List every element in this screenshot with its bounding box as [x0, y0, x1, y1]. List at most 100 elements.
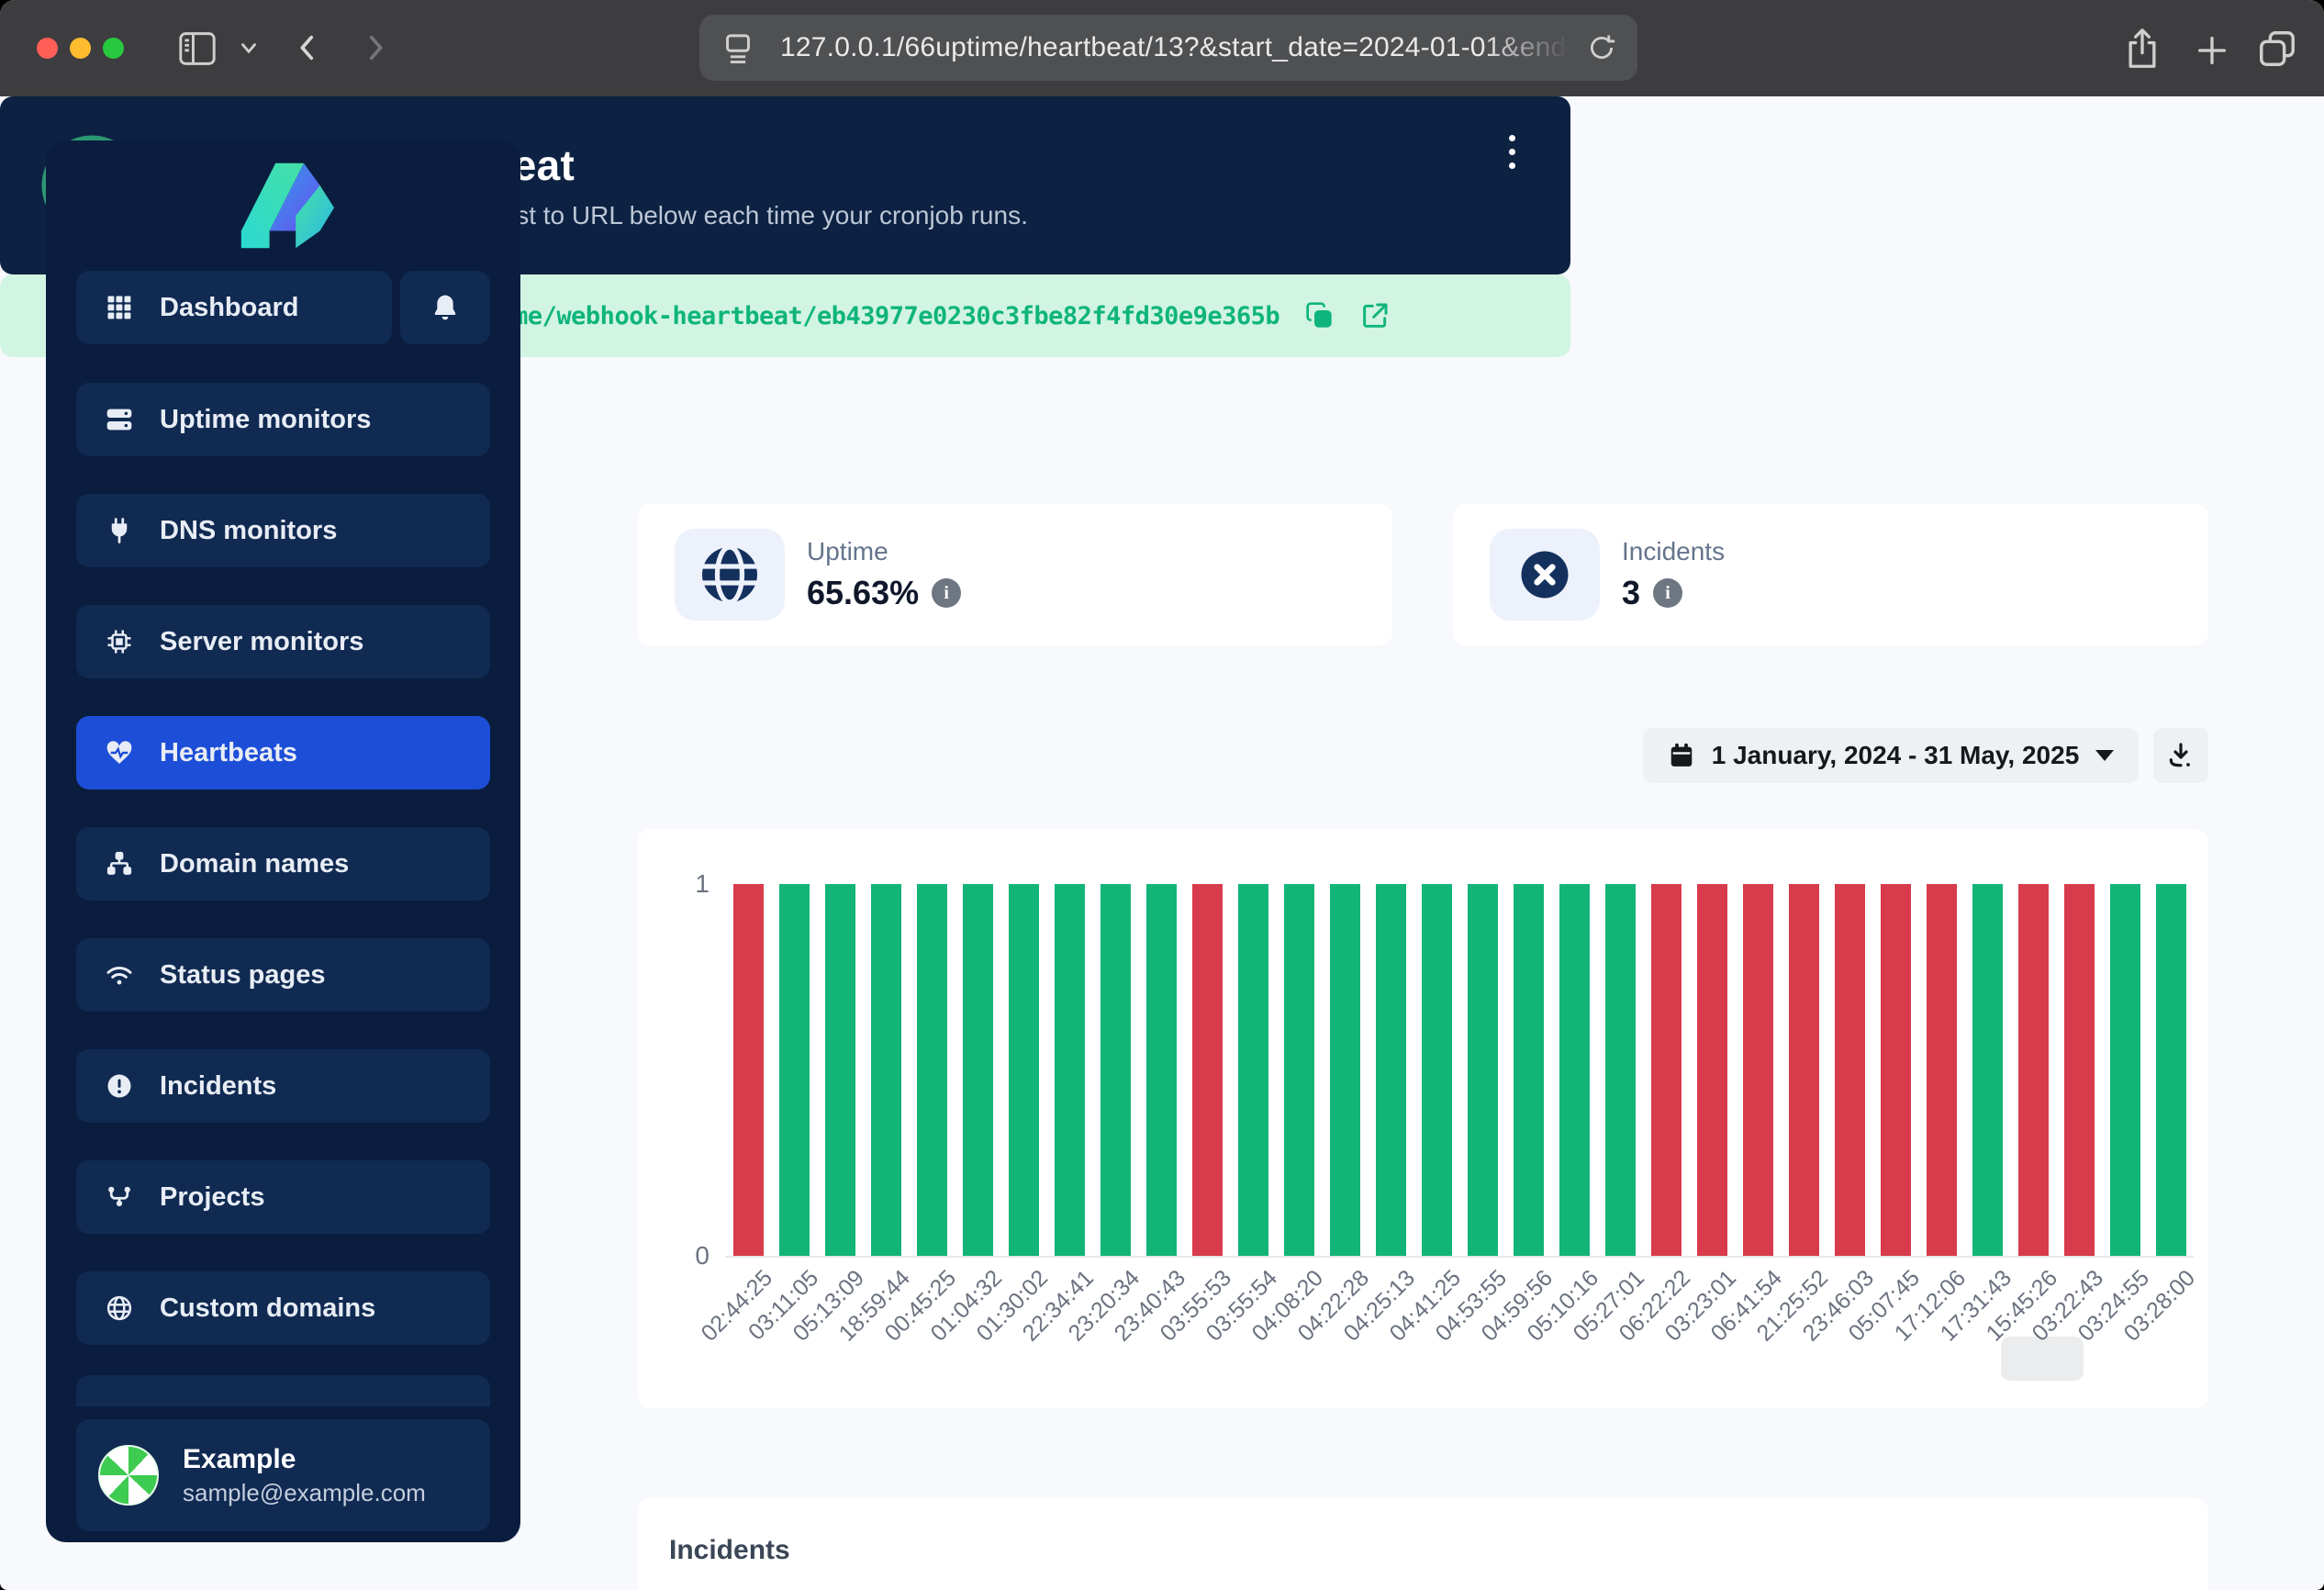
alert-circle-icon: [104, 1070, 135, 1102]
address-bar[interactable]: 127.0.0.1/66uptime/heartbeat/13?&start_d…: [699, 15, 1637, 81]
date-range-picker[interactable]: 1 January, 2024 - 31 May, 2025: [1643, 728, 2139, 783]
heartbeat-bar-up[interactable]: [917, 884, 947, 1256]
heartbeat-bar-up[interactable]: [1422, 884, 1452, 1256]
back-button[interactable]: [292, 28, 323, 68]
chevron-down-icon[interactable]: [237, 39, 261, 58]
heartbeat-bar-down[interactable]: [1192, 884, 1223, 1256]
heartbeat-bar-up[interactable]: [1330, 884, 1360, 1256]
y-axis-tick-0: 0: [654, 1241, 709, 1271]
sidebar-item-label: Domain names: [160, 849, 349, 879]
info-icon[interactable]: i: [932, 578, 961, 608]
bar-slot: 04:08:20: [1276, 884, 1322, 1256]
sidebar-item-partial[interactable]: [76, 1375, 490, 1406]
uptime-stat-card: Uptime 65.63% i: [638, 504, 1392, 645]
heartbeat-bar-up[interactable]: [1605, 884, 1636, 1256]
sidebar-item-domain-names[interactable]: Domain names: [76, 827, 490, 901]
y-axis-tick-1: 1: [654, 869, 709, 899]
reload-icon[interactable]: [1586, 32, 1617, 63]
heartbeat-bar-down[interactable]: [1835, 884, 1865, 1256]
sidebar-item-projects[interactable]: Projects: [76, 1160, 490, 1234]
heartbeat-bar-up[interactable]: [779, 884, 810, 1256]
stat-label: Uptime: [807, 537, 961, 566]
bar-slot: 17:12:06: [1918, 884, 1964, 1256]
sidebar-item-incidents[interactable]: Incidents: [76, 1049, 490, 1123]
heartbeat-bar-down[interactable]: [2018, 884, 2049, 1256]
bar-slot: 03:24:55: [2102, 884, 2148, 1256]
stat-value: 65.63%: [807, 574, 919, 612]
minimize-window-button[interactable]: [70, 38, 91, 59]
info-icon[interactable]: i: [1653, 578, 1682, 608]
user-name: Example: [183, 1444, 426, 1475]
forward-button[interactable]: [360, 28, 391, 68]
heartbeat-bar-up[interactable]: [1972, 884, 2003, 1256]
heartbeat-bar-up[interactable]: [1376, 884, 1406, 1256]
sidebar-item-label: Server monitors: [160, 627, 363, 657]
sidebar-item-dns-monitors[interactable]: DNS monitors: [76, 494, 490, 567]
heartbeat-bar-down[interactable]: [1743, 884, 1773, 1256]
bar-slot: 03:23:01: [1689, 884, 1735, 1256]
heartbeat-bar-up[interactable]: [1146, 884, 1177, 1256]
bar-slot: 06:41:54: [1735, 884, 1781, 1256]
bar-slot: 04:53:55: [1459, 884, 1505, 1256]
heartbeat-bar-down[interactable]: [733, 884, 764, 1256]
heartbeat-bar-up[interactable]: [2110, 884, 2140, 1256]
sidebar-item-status-pages[interactable]: Status pages: [76, 938, 490, 1012]
sidebar-item-heartbeats[interactable]: Heartbeats: [76, 716, 490, 789]
heartbeat-bar-up[interactable]: [871, 884, 901, 1256]
date-range-text: 1 January, 2024 - 31 May, 2025: [1712, 741, 2080, 770]
avatar: [98, 1445, 159, 1506]
external-link-icon[interactable]: [1360, 301, 1390, 330]
bar-slot: 22:34:41: [1046, 884, 1092, 1256]
bar-slot: 03:55:53: [1184, 884, 1230, 1256]
heartbeat-bar-down[interactable]: [1881, 884, 1911, 1256]
bar-slot: 04:22:28: [1322, 884, 1368, 1256]
sidebar-item-label: Uptime monitors: [160, 405, 371, 435]
sidebar-item-dashboard[interactable]: Dashboard: [76, 271, 392, 344]
close-window-button[interactable]: [37, 38, 58, 59]
heartbeat-bar-down[interactable]: [1651, 884, 1682, 1256]
download-button[interactable]: [2153, 728, 2208, 783]
stat-value: 3: [1622, 574, 1640, 612]
heartbeat-bar-down[interactable]: [1697, 884, 1727, 1256]
heartbeat-bar-down[interactable]: [1927, 884, 1957, 1256]
bar-slot: 23:40:43: [1138, 884, 1184, 1256]
sitemap-icon: [104, 848, 135, 879]
heartbeat-bar-up[interactable]: [1559, 884, 1590, 1256]
bar-slot: 23:46:03: [1827, 884, 1872, 1256]
heartbeat-bar-up[interactable]: [1284, 884, 1314, 1256]
bar-slot: 03:11:05: [771, 884, 817, 1256]
tabs-overview-icon[interactable]: [2256, 28, 2298, 70]
sidebar-toggle-icon[interactable]: [177, 30, 218, 67]
traffic-lights: [37, 38, 124, 59]
heartbeat-icon: [104, 737, 135, 768]
heartbeat-bar-up[interactable]: [1009, 884, 1039, 1256]
user-card[interactable]: Example sample@example.com: [76, 1419, 490, 1531]
bar-slot: 01:04:32: [955, 884, 1000, 1256]
heartbeat-bar-up[interactable]: [1514, 884, 1544, 1256]
heartbeat-bar-down[interactable]: [1789, 884, 1819, 1256]
nodes-icon: [104, 1181, 135, 1213]
bar-slot: 18:59:44: [863, 884, 909, 1256]
heartbeat-bar-down[interactable]: [2064, 884, 2095, 1256]
more-options-button[interactable]: [1493, 126, 1530, 177]
sidebar-bottom: Example sample@example.com: [76, 1375, 490, 1542]
heartbeat-bar-up[interactable]: [1101, 884, 1131, 1256]
zoom-window-button[interactable]: [103, 38, 124, 59]
notifications-button[interactable]: [400, 271, 490, 344]
sidebar-item-custom-domains[interactable]: Custom domains: [76, 1271, 490, 1345]
new-tab-icon[interactable]: [2194, 32, 2230, 69]
heartbeat-bar-up[interactable]: [1055, 884, 1085, 1256]
heartbeat-bar-up[interactable]: [2156, 884, 2186, 1256]
sidebar-item-server-monitors[interactable]: Server monitors: [76, 605, 490, 678]
heartbeat-bar-up[interactable]: [963, 884, 993, 1256]
globe-icon: [104, 1293, 135, 1324]
wifi-icon: [104, 959, 135, 991]
bar-slot: 03:22:43: [2056, 884, 2102, 1256]
heartbeat-bar-up[interactable]: [825, 884, 855, 1256]
calendar-icon: [1668, 742, 1695, 769]
sidebar-item-uptime-monitors[interactable]: Uptime monitors: [76, 383, 490, 456]
copy-icon[interactable]: [1305, 301, 1335, 330]
heartbeat-bar-up[interactable]: [1468, 884, 1498, 1256]
heartbeat-bar-up[interactable]: [1238, 884, 1268, 1256]
share-icon[interactable]: [2122, 26, 2162, 72]
